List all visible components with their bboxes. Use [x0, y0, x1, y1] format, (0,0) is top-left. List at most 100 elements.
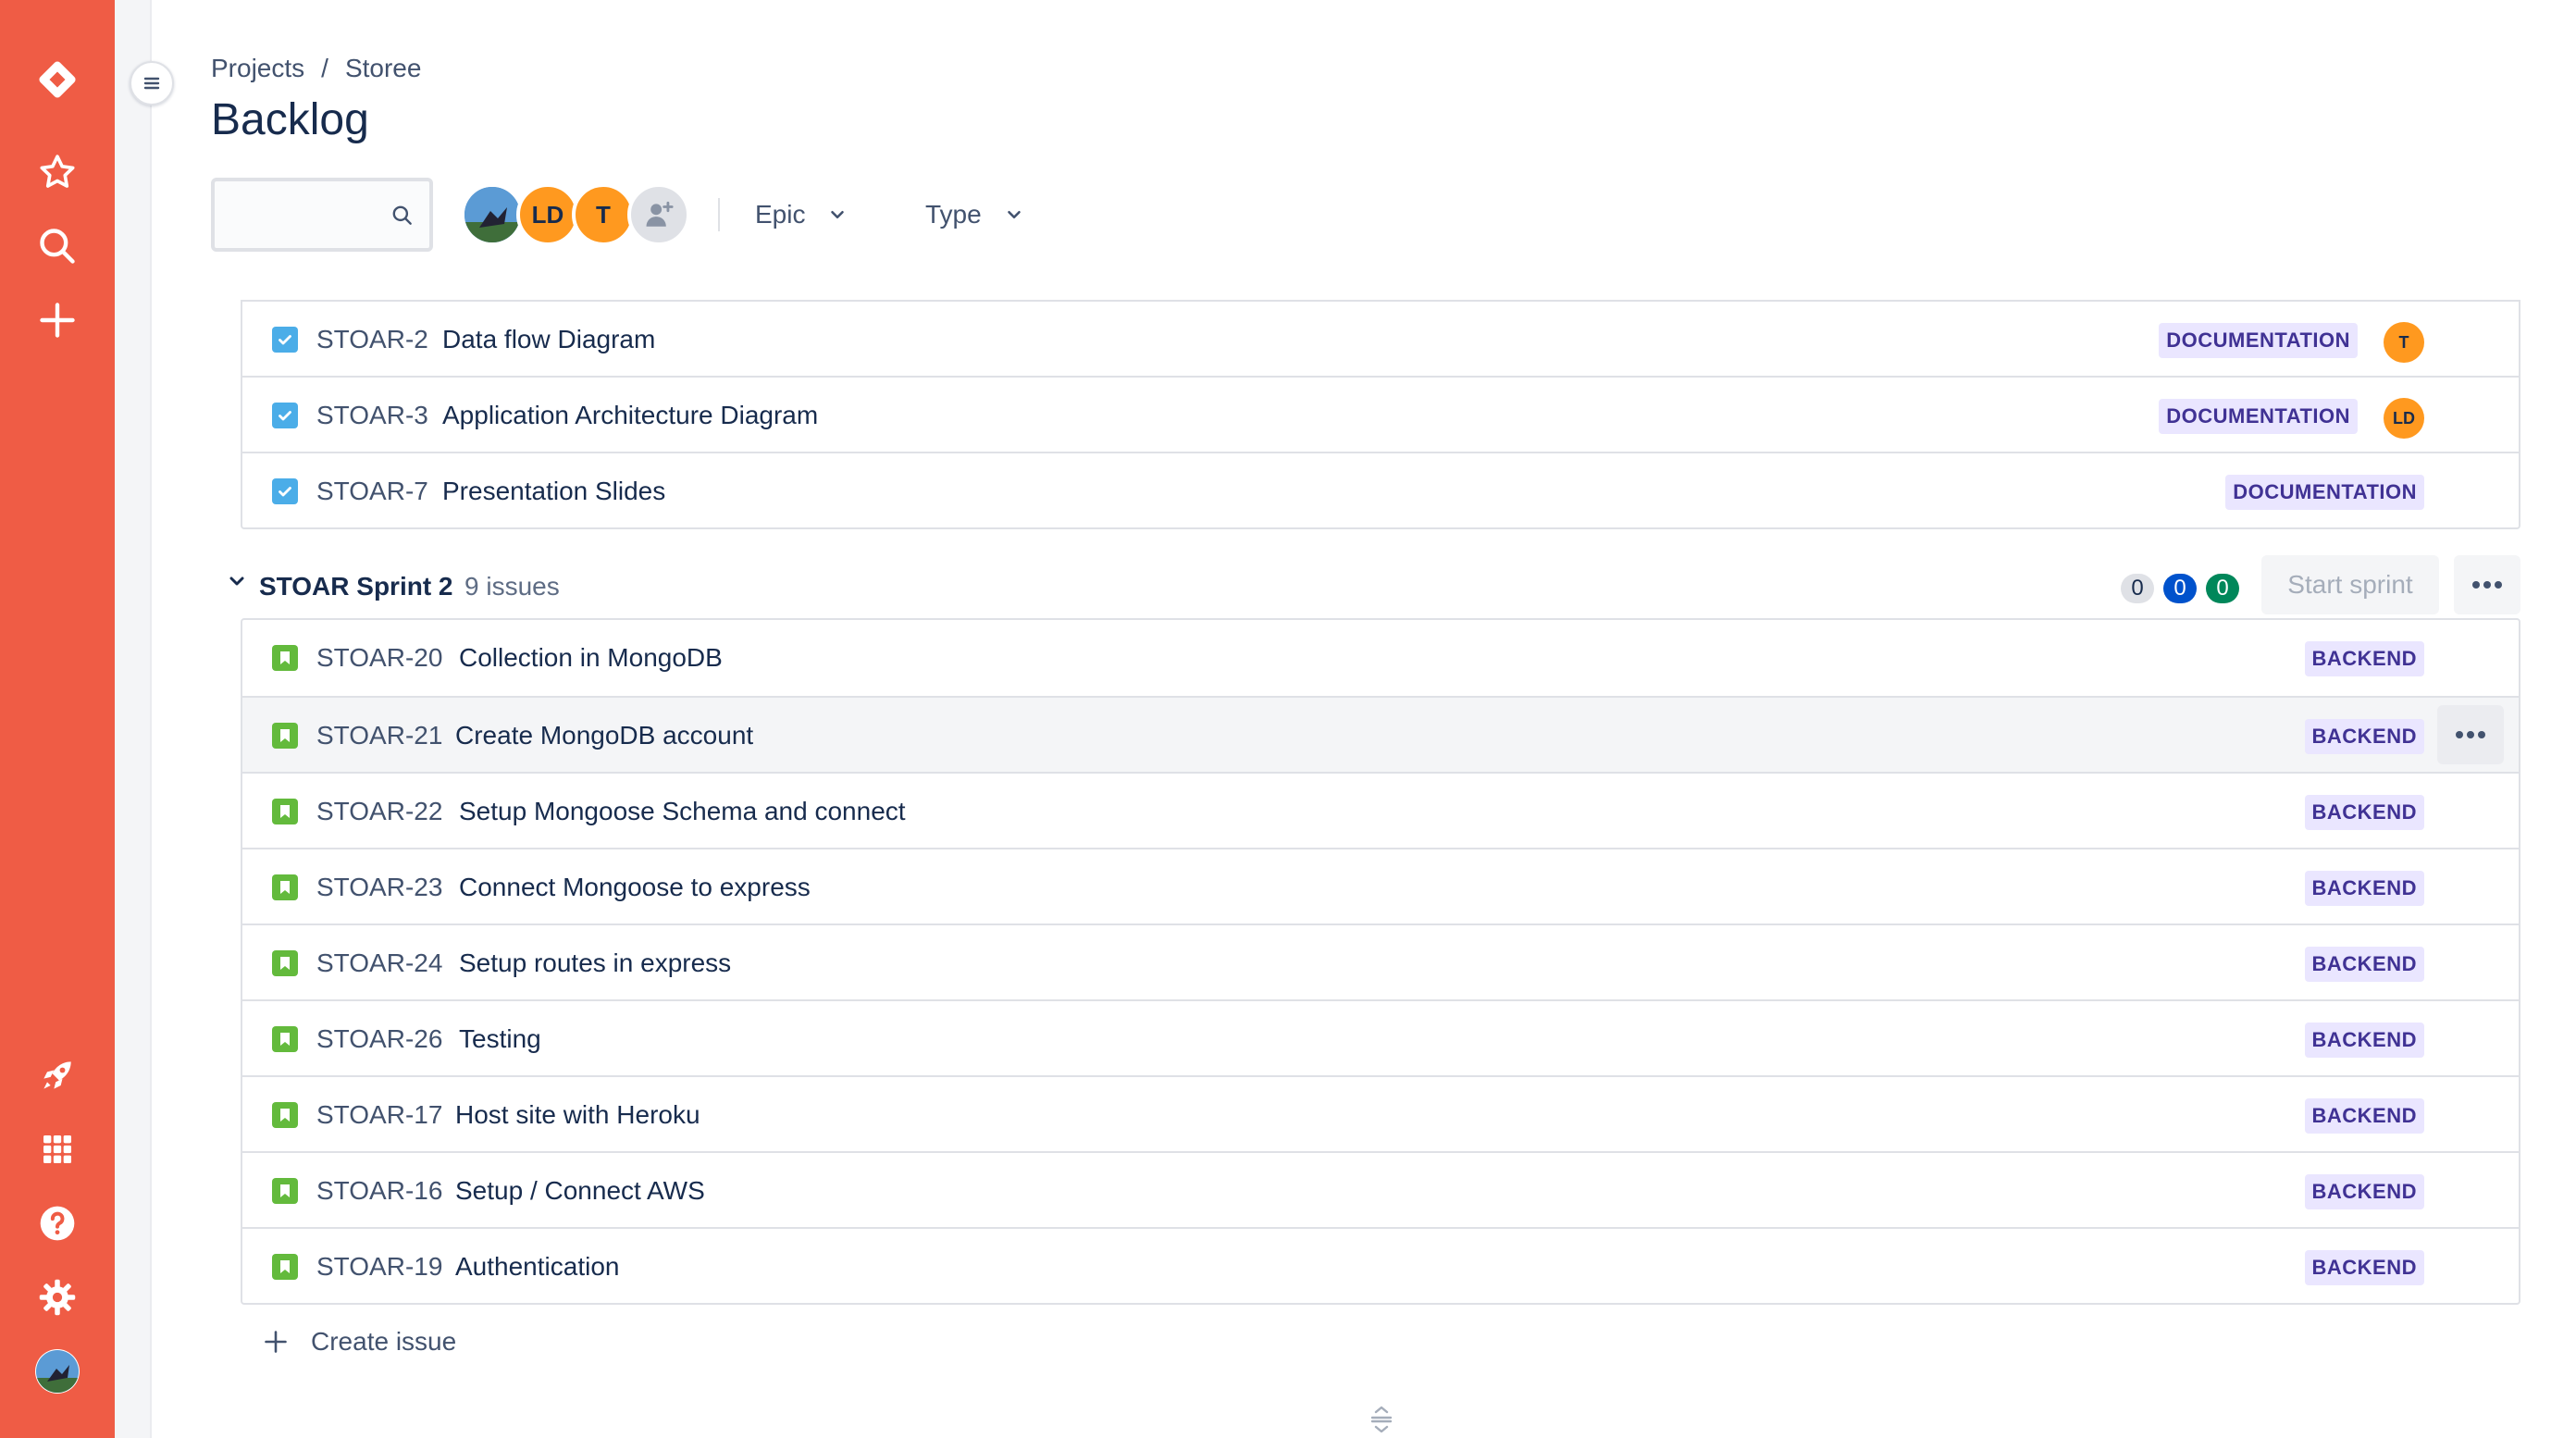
- issue-row[interactable]: STOAR-21 Create MongoDB account BACKEND: [242, 696, 2519, 772]
- rocket-icon[interactable]: [30, 1048, 85, 1103]
- assignee-avatar[interactable]: T: [2384, 322, 2424, 363]
- more-horizontal-icon: [2456, 731, 2485, 738]
- search-icon: [392, 205, 412, 225]
- issue-row[interactable]: STOAR-26 Testing BACKEND: [242, 999, 2519, 1075]
- issue-summary: Connect Mongoose to express: [459, 873, 811, 901]
- type-filter-dropdown[interactable]: Type: [925, 192, 1024, 237]
- add-person-icon: [646, 201, 674, 227]
- issue-key[interactable]: STOAR-7: [316, 474, 428, 509]
- epic-lozenge[interactable]: DOCUMENTATION: [2159, 399, 2358, 434]
- epic-lozenge[interactable]: BACKEND: [2304, 1174, 2424, 1209]
- panel-resize-handle-icon[interactable]: [1368, 1405, 1395, 1432]
- chevron-down-icon: [831, 210, 845, 219]
- done-count-badge: 0: [2206, 574, 2239, 603]
- issue-key[interactable]: STOAR-23: [316, 870, 442, 905]
- issue-row[interactable]: STOAR-23 Connect Mongoose to express BAC…: [242, 848, 2519, 924]
- story-bookmark-icon: [272, 645, 298, 671]
- epic-lozenge[interactable]: BACKEND: [2304, 719, 2424, 754]
- todo-count-badge: 0: [2121, 574, 2154, 603]
- issue-key[interactable]: STOAR-20: [316, 640, 442, 676]
- chevron-down-icon[interactable]: [226, 570, 248, 592]
- story-bookmark-icon: [272, 1254, 298, 1280]
- issue-summary: Setup / Connect AWS: [455, 1176, 705, 1205]
- create-plus-icon[interactable]: [30, 292, 85, 348]
- issue-key[interactable]: STOAR-16: [316, 1173, 442, 1209]
- issue-key[interactable]: STOAR-24: [316, 946, 442, 981]
- issue-summary: Authentication: [455, 1252, 620, 1281]
- task-checked-icon: [272, 327, 298, 353]
- epic-lozenge[interactable]: BACKEND: [2304, 641, 2424, 676]
- issue-row[interactable]: STOAR-17 Host site with Heroku BACKEND: [242, 1075, 2519, 1151]
- issue-row[interactable]: STOAR-2 Data flow Diagram DOCUMENTATION …: [242, 300, 2519, 376]
- epic-lozenge[interactable]: BACKEND: [2304, 1250, 2424, 1285]
- issue-key[interactable]: STOAR-26: [316, 1022, 442, 1057]
- sprint-2-issue-list: STOAR-20 Collection in MongoDB BACKEND S…: [241, 618, 2520, 1305]
- issue-row[interactable]: STOAR-16 Setup / Connect AWS BACKEND: [242, 1151, 2519, 1227]
- issue-row[interactable]: STOAR-7 Presentation Slides DOCUMENTATIO…: [242, 452, 2519, 527]
- sidebar-toggle-button[interactable]: [130, 61, 174, 105]
- story-bookmark-icon: [272, 1178, 298, 1204]
- jira-logo-icon[interactable]: [30, 52, 85, 107]
- avatar-ld[interactable]: LD: [516, 183, 579, 246]
- issue-summary: Create MongoDB account: [455, 721, 754, 750]
- breadcrumb-projects-link[interactable]: Projects: [211, 52, 304, 85]
- task-checked-icon: [272, 403, 298, 428]
- start-sprint-button[interactable]: Start sprint: [2261, 555, 2439, 614]
- add-people-button[interactable]: [627, 183, 690, 246]
- issue-key[interactable]: STOAR-21: [316, 718, 442, 753]
- issue-summary: Host site with Heroku: [455, 1100, 700, 1129]
- search-icon[interactable]: [30, 218, 85, 274]
- issue-row[interactable]: STOAR-19 Authentication BACKEND: [242, 1227, 2519, 1303]
- settings-gear-icon[interactable]: [30, 1270, 85, 1325]
- issue-key[interactable]: STOAR-19: [316, 1249, 442, 1284]
- assignee-avatar[interactable]: LD: [2384, 398, 2424, 439]
- sprint-name[interactable]: STOAR Sprint 2: [259, 568, 453, 605]
- issue-key[interactable]: STOAR-22: [316, 794, 442, 829]
- avatar-user-photo[interactable]: [461, 183, 524, 246]
- create-issue-button[interactable]: Create issue: [263, 1320, 456, 1364]
- profile-avatar[interactable]: [30, 1344, 85, 1399]
- breadcrumb-project-link[interactable]: Storee: [345, 52, 422, 85]
- breadcrumb: Projects / Storee: [211, 52, 421, 85]
- issue-row[interactable]: STOAR-24 Setup routes in express BACKEND: [242, 924, 2519, 999]
- issue-row[interactable]: STOAR-20 Collection in MongoDB BACKEND: [242, 620, 2519, 696]
- menu-icon: [143, 77, 160, 90]
- search-input[interactable]: [229, 196, 387, 233]
- issue-summary: Setup routes in express: [459, 948, 732, 977]
- issue-summary: Presentation Slides: [442, 477, 666, 505]
- issue-row[interactable]: STOAR-22 Setup Mongoose Schema and conne…: [242, 772, 2519, 848]
- create-issue-label: Create issue: [311, 1327, 457, 1356]
- issue-more-button[interactable]: [2437, 705, 2504, 764]
- help-icon[interactable]: [30, 1196, 85, 1251]
- plus-icon: [265, 1331, 287, 1353]
- project-sidebar-collapsed: [115, 0, 152, 1438]
- story-bookmark-icon: [272, 799, 298, 824]
- epic-lozenge[interactable]: DOCUMENTATION: [2159, 323, 2358, 358]
- epic-lozenge[interactable]: BACKEND: [2304, 947, 2424, 982]
- epic-filter-label: Epic: [755, 200, 806, 229]
- issue-key[interactable]: STOAR-2: [316, 322, 428, 357]
- epic-lozenge[interactable]: BACKEND: [2304, 1098, 2424, 1134]
- issue-row[interactable]: STOAR-3 Application Architecture Diagram…: [242, 376, 2519, 452]
- sprint-more-button[interactable]: [2454, 555, 2520, 614]
- issue-key[interactable]: STOAR-17: [316, 1097, 442, 1133]
- epic-lozenge[interactable]: BACKEND: [2304, 871, 2424, 906]
- issue-summary: Application Architecture Diagram: [442, 401, 819, 429]
- more-horizontal-icon: [2472, 581, 2502, 589]
- epic-lozenge[interactable]: BACKEND: [2304, 795, 2424, 830]
- toolbar-divider: [718, 198, 720, 231]
- epic-lozenge[interactable]: DOCUMENTATION: [2225, 475, 2424, 510]
- backlog-search-box[interactable]: [211, 178, 433, 252]
- sprint-issue-count: 9 issues: [464, 572, 560, 601]
- issue-summary: Collection in MongoDB: [459, 643, 723, 672]
- issue-summary: Testing: [459, 1024, 541, 1053]
- breadcrumb-separator: /: [321, 54, 328, 82]
- issue-key[interactable]: STOAR-3: [316, 398, 428, 433]
- epic-lozenge[interactable]: BACKEND: [2304, 1023, 2424, 1058]
- story-bookmark-icon: [272, 1026, 298, 1052]
- star-icon[interactable]: [30, 144, 85, 200]
- avatar-t[interactable]: T: [572, 183, 635, 246]
- issue-summary: Data flow Diagram: [442, 325, 656, 353]
- app-switcher-icon[interactable]: [30, 1122, 85, 1177]
- epic-filter-dropdown[interactable]: Epic: [755, 192, 848, 237]
